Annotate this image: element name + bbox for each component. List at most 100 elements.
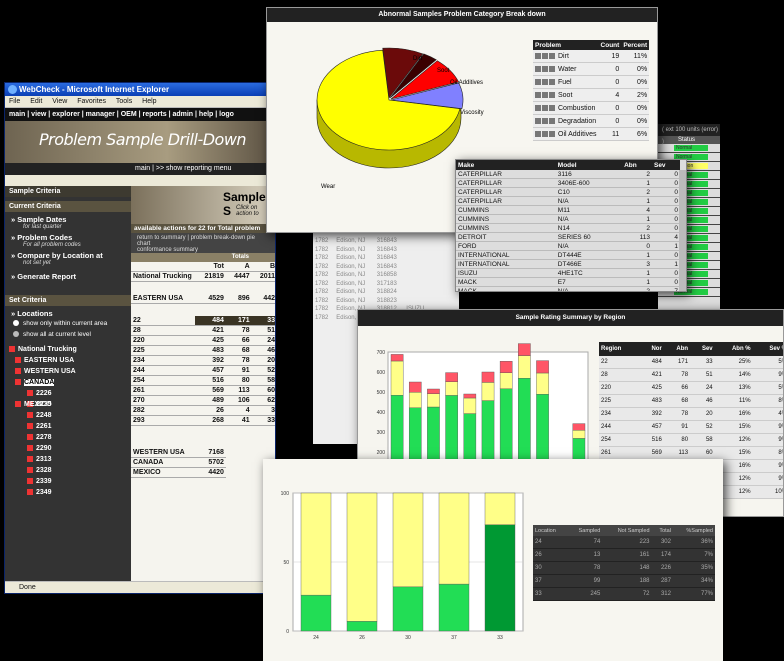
table-row[interactable]: CATERPILLAR 3116 2 0	[456, 170, 680, 179]
table-row[interactable]: CUMMINS N14 2 0	[456, 223, 680, 233]
table-row[interactable]: 2615691136015%8%	[599, 446, 783, 460]
bar-segment[interactable]	[427, 388, 440, 395]
tree-leaf[interactable]: 2328	[9, 465, 127, 476]
table-row[interactable]: CANADA 5702	[131, 457, 275, 468]
bar-segment[interactable]	[300, 492, 332, 596]
table-row[interactable]: 234 392 78 20	[131, 355, 275, 366]
bar-segment[interactable]	[499, 372, 513, 389]
tree-leaf[interactable]: 2226	[9, 388, 127, 399]
table-row[interactable]: CATERPILLAR C10 2 0	[456, 187, 680, 197]
menu-view[interactable]: View	[52, 98, 67, 105]
table-row[interactable]: 1782 Edison, NJ 316843	[313, 237, 459, 246]
action-icon[interactable]	[542, 117, 548, 124]
action-icon[interactable]	[549, 52, 555, 59]
table-row[interactable]: Combustion 0 0%	[533, 101, 650, 115]
table-row[interactable]: 1782 Edison, NJ 317183	[313, 280, 459, 289]
table-row[interactable]: National Trucking 21819 4447 2011	[131, 271, 275, 282]
menu-file[interactable]: File	[9, 98, 20, 105]
bar-segment[interactable]	[572, 429, 586, 439]
table-row[interactable]: Soot 4 2%	[533, 88, 650, 102]
tree-node[interactable]: EASTERN USA	[9, 355, 127, 366]
action-icon[interactable]	[542, 78, 548, 85]
table-row[interactable]: WESTERN USA 7168	[131, 448, 275, 458]
table-row[interactable]: DETROIT SERIES 60 113 4	[456, 232, 680, 242]
table-row[interactable]: 28 421 78 51	[131, 325, 275, 336]
table-row[interactable]: 254 516 80 58	[131, 375, 275, 386]
table-row[interactable]: CATERPILLAR N/A 1 0	[456, 196, 680, 206]
tree-root[interactable]: National Trucking	[9, 344, 127, 355]
table-row[interactable]: INTERNATIONAL DT444E 1 0	[456, 250, 680, 260]
action-icon[interactable]	[542, 65, 548, 72]
table-row[interactable]: FORD N/A 0 1	[456, 241, 680, 251]
menu-edit[interactable]: Edit	[30, 98, 42, 105]
table-row[interactable]: 224841713325%5%	[599, 356, 783, 369]
locations-link[interactable]: » Locations	[5, 306, 131, 318]
table-row[interactable]: 254516805812%9%	[599, 433, 783, 447]
table-row[interactable]: 37 99 188 287 34%	[533, 574, 715, 588]
bar-segment[interactable]	[518, 343, 531, 356]
bar-segment[interactable]	[346, 621, 378, 632]
tree-leaf[interactable]: 2261	[9, 421, 127, 432]
table-row[interactable]: 26 13 161 174 7%	[533, 548, 715, 562]
tree-leaf[interactable]: 2339	[9, 476, 127, 487]
table-row[interactable]: 220 425 66 24	[131, 335, 275, 346]
bar-segment[interactable]	[346, 492, 378, 622]
tree-leaf[interactable]: 2313	[9, 454, 127, 465]
tree-leaf[interactable]: 2278	[9, 432, 127, 443]
action-icon[interactable]	[549, 104, 555, 111]
action-icon[interactable]	[542, 104, 548, 111]
bar-segment[interactable]	[463, 393, 477, 399]
action-icon[interactable]	[535, 104, 541, 111]
table-row[interactable]: 234392782016%4%	[599, 407, 783, 421]
menu-help[interactable]: Help	[142, 98, 156, 105]
app-nav[interactable]: main | view | explorer | manager | OEM |…	[5, 108, 275, 121]
table-row[interactable]: 33 245 72 312 77%	[533, 587, 715, 601]
bar-segment[interactable]	[445, 372, 458, 382]
bar-segment[interactable]	[536, 372, 549, 395]
action-icon[interactable]	[542, 130, 548, 137]
table-row[interactable]: 282 26 4 3	[131, 405, 275, 416]
table-row[interactable]: 261 569 113 60	[131, 385, 275, 396]
radio-all-level[interactable]: show all at current level	[5, 329, 131, 340]
bar-segment[interactable]	[481, 371, 495, 383]
action-icon[interactable]	[549, 130, 555, 137]
bar-segment[interactable]	[484, 492, 516, 525]
table-row[interactable]: 1782 Edison, NJ 318823	[313, 297, 459, 306]
action-icon[interactable]	[535, 117, 541, 124]
action-link-1[interactable]: return to summary | problem break-down p…	[137, 235, 269, 247]
table-row[interactable]: 22 484 171 33	[131, 316, 275, 326]
table-row[interactable]: Degradation 0 0%	[533, 114, 650, 128]
table-row[interactable]: 28421785114%9%	[599, 368, 783, 382]
bar-segment[interactable]	[392, 586, 424, 632]
tree-leaf[interactable]: 2248	[9, 410, 127, 421]
table-row[interactable]: EASTERN USA 4529 896 442	[131, 294, 275, 304]
bar-segment[interactable]	[572, 423, 586, 431]
table-row[interactable]: MEXICO 4420	[131, 467, 275, 478]
table-row[interactable]: 225 483 68 46	[131, 345, 275, 356]
bar-segment[interactable]	[392, 492, 424, 588]
bar-segment[interactable]	[463, 397, 477, 414]
table-row[interactable]: Oil Additives 11 6%	[533, 127, 650, 141]
tree-leaf[interactable]: 2290	[9, 443, 127, 454]
browser-titlebar[interactable]: WebCheck - Microsoft Internet Explorer	[5, 83, 275, 96]
table-row[interactable]: 220425662413%5%	[599, 381, 783, 395]
table-row[interactable]: 1782 Edison, NJ 316858	[313, 271, 459, 280]
bar-segment[interactable]	[499, 361, 513, 374]
action-icon[interactable]	[542, 91, 548, 98]
action-icon[interactable]	[535, 91, 541, 98]
sample-dates-link[interactable]: » Sample Dates	[5, 212, 131, 224]
table-row[interactable]: 270 489 106 62	[131, 395, 275, 406]
breadcrumb[interactable]: main | >> show reporting menu	[5, 163, 275, 175]
bar-segment[interactable]	[390, 354, 404, 362]
tree-node[interactable]: WESTERN USA	[9, 366, 127, 377]
action-icon[interactable]	[535, 78, 541, 85]
scrollbar[interactable]	[679, 170, 686, 291]
bar-segment[interactable]	[518, 355, 531, 379]
action-icon[interactable]	[549, 91, 555, 98]
table-row[interactable]: Fuel 0 0%	[533, 75, 650, 89]
table-row[interactable]: 1782 Edison, NJ 316843	[313, 254, 459, 263]
table-row[interactable]: 293 268 41 33	[131, 415, 275, 426]
bar-segment[interactable]	[484, 524, 516, 632]
table-row[interactable]: 225483684611%8%	[599, 394, 783, 408]
action-icon[interactable]	[549, 78, 555, 85]
